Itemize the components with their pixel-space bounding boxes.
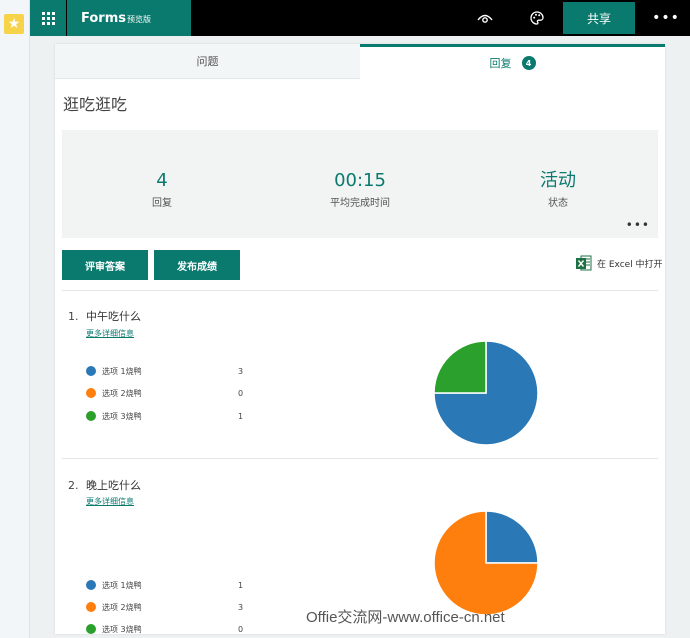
- app-brand[interactable]: Forms 预览版: [67, 0, 191, 36]
- left-strip: ★: [0, 0, 30, 638]
- stat-status: 活动 状态: [458, 170, 658, 209]
- legend-item: 选项 2烧鸭 0: [86, 386, 266, 400]
- legend-count: 0: [238, 624, 244, 634]
- app-launcher-icon[interactable]: [30, 0, 66, 36]
- legend-item: 选项 3烧鸭 1: [86, 409, 266, 423]
- tab-questions[interactable]: 问题: [55, 44, 360, 79]
- share-button[interactable]: 共享: [563, 2, 635, 34]
- stat-responses: 4 回复: [62, 170, 262, 209]
- pie-chart: [433, 510, 539, 616]
- more-details-link[interactable]: 更多详细信息: [86, 496, 134, 507]
- review-answers-button[interactable]: 评审答案: [62, 250, 148, 280]
- legend-label: 选项 1烧鸭: [102, 366, 142, 376]
- open-in-excel-label: 在 Excel 中打开: [597, 259, 663, 270]
- average-time-value: 00:15: [334, 170, 386, 191]
- question-number: 2.: [68, 479, 79, 492]
- legend-label: 选项 3烧鸭: [102, 411, 142, 421]
- legend-swatch: [86, 411, 96, 421]
- post-scores-button[interactable]: 发布成绩: [154, 250, 240, 280]
- star-icon[interactable]: ★: [4, 14, 24, 34]
- question-number: 1.: [68, 310, 79, 323]
- legend-item: 选项 1烧鸭 3: [86, 364, 266, 378]
- legend-count: 1: [238, 580, 244, 590]
- pie-slice[interactable]: [485, 510, 539, 564]
- responses-label: 回复: [152, 198, 172, 209]
- legend-label: 选项 1烧鸭: [102, 580, 142, 590]
- preview-eye-icon[interactable]: [467, 0, 503, 36]
- responses-value: 4: [156, 170, 168, 191]
- legend-count: 3: [238, 602, 244, 612]
- pie-slice[interactable]: [433, 340, 487, 394]
- average-time-label: 平均完成时间: [330, 198, 390, 209]
- stat-average-time: 00:15 平均完成时间: [260, 170, 460, 209]
- legend-label: 选项 2烧鸭: [102, 602, 142, 612]
- legend-item: 选项 1烧鸭 1: [86, 578, 266, 592]
- legend-swatch: [86, 580, 96, 590]
- watermark-text: Offie交流网-www.office-cn.net: [306, 609, 505, 626]
- tab-responses-label: 回复: [489, 57, 512, 70]
- question-summary: 1. 中午吃什么 更多详细信息 选项 1烧鸭 3 选项 2烧鸭 0 选项 3烧鸭…: [55, 290, 665, 458]
- legend-label: 选项 3烧鸭: [102, 624, 142, 634]
- open-in-excel-link[interactable]: 在 Excel 中打开: [576, 254, 663, 272]
- summary-more-icon[interactable]: •••: [626, 218, 650, 232]
- theme-palette-icon[interactable]: [519, 0, 555, 36]
- question-title: 晚上吃什么: [86, 479, 141, 492]
- app-edition: 预览版: [126, 14, 151, 24]
- legend-item: 选项 3烧鸭 0: [86, 622, 266, 634]
- legend-item: 选项 2烧鸭 3: [86, 600, 266, 614]
- top-bar: Forms 预览版 共享 •••: [30, 0, 690, 36]
- legend-swatch: [86, 366, 96, 376]
- summary-panel: 4 回复 00:15 平均完成时间 活动 状态 •••: [62, 130, 658, 238]
- legend-swatch: [86, 388, 96, 398]
- app-name: Forms: [81, 10, 126, 26]
- more-options-icon[interactable]: •••: [648, 0, 684, 36]
- question-title: 中午吃什么: [86, 310, 141, 323]
- form-card: 问题 回复 4 逛吃逛吃 4 回复 00:15 平均完成时间 活动 状态 •••…: [55, 44, 665, 634]
- legend-count: 3: [238, 366, 244, 376]
- pie-chart: [433, 340, 539, 446]
- responses-count-badge: 4: [521, 56, 536, 70]
- legend-swatch: [86, 624, 96, 634]
- excel-icon: [576, 254, 592, 272]
- status-value: 活动: [540, 170, 576, 191]
- tab-responses[interactable]: 回复 4: [360, 44, 665, 79]
- status-label: 状态: [548, 198, 568, 209]
- legend-label: 选项 2烧鸭: [102, 388, 142, 398]
- more-details-link[interactable]: 更多详细信息: [86, 328, 134, 339]
- legend-count: 1: [238, 411, 244, 421]
- legend-swatch: [86, 602, 96, 612]
- tab-bar: 问题 回复 4: [55, 44, 665, 79]
- tab-questions-label: 问题: [196, 55, 219, 68]
- form-title: 逛吃逛吃: [63, 95, 128, 114]
- legend-count: 0: [238, 388, 244, 398]
